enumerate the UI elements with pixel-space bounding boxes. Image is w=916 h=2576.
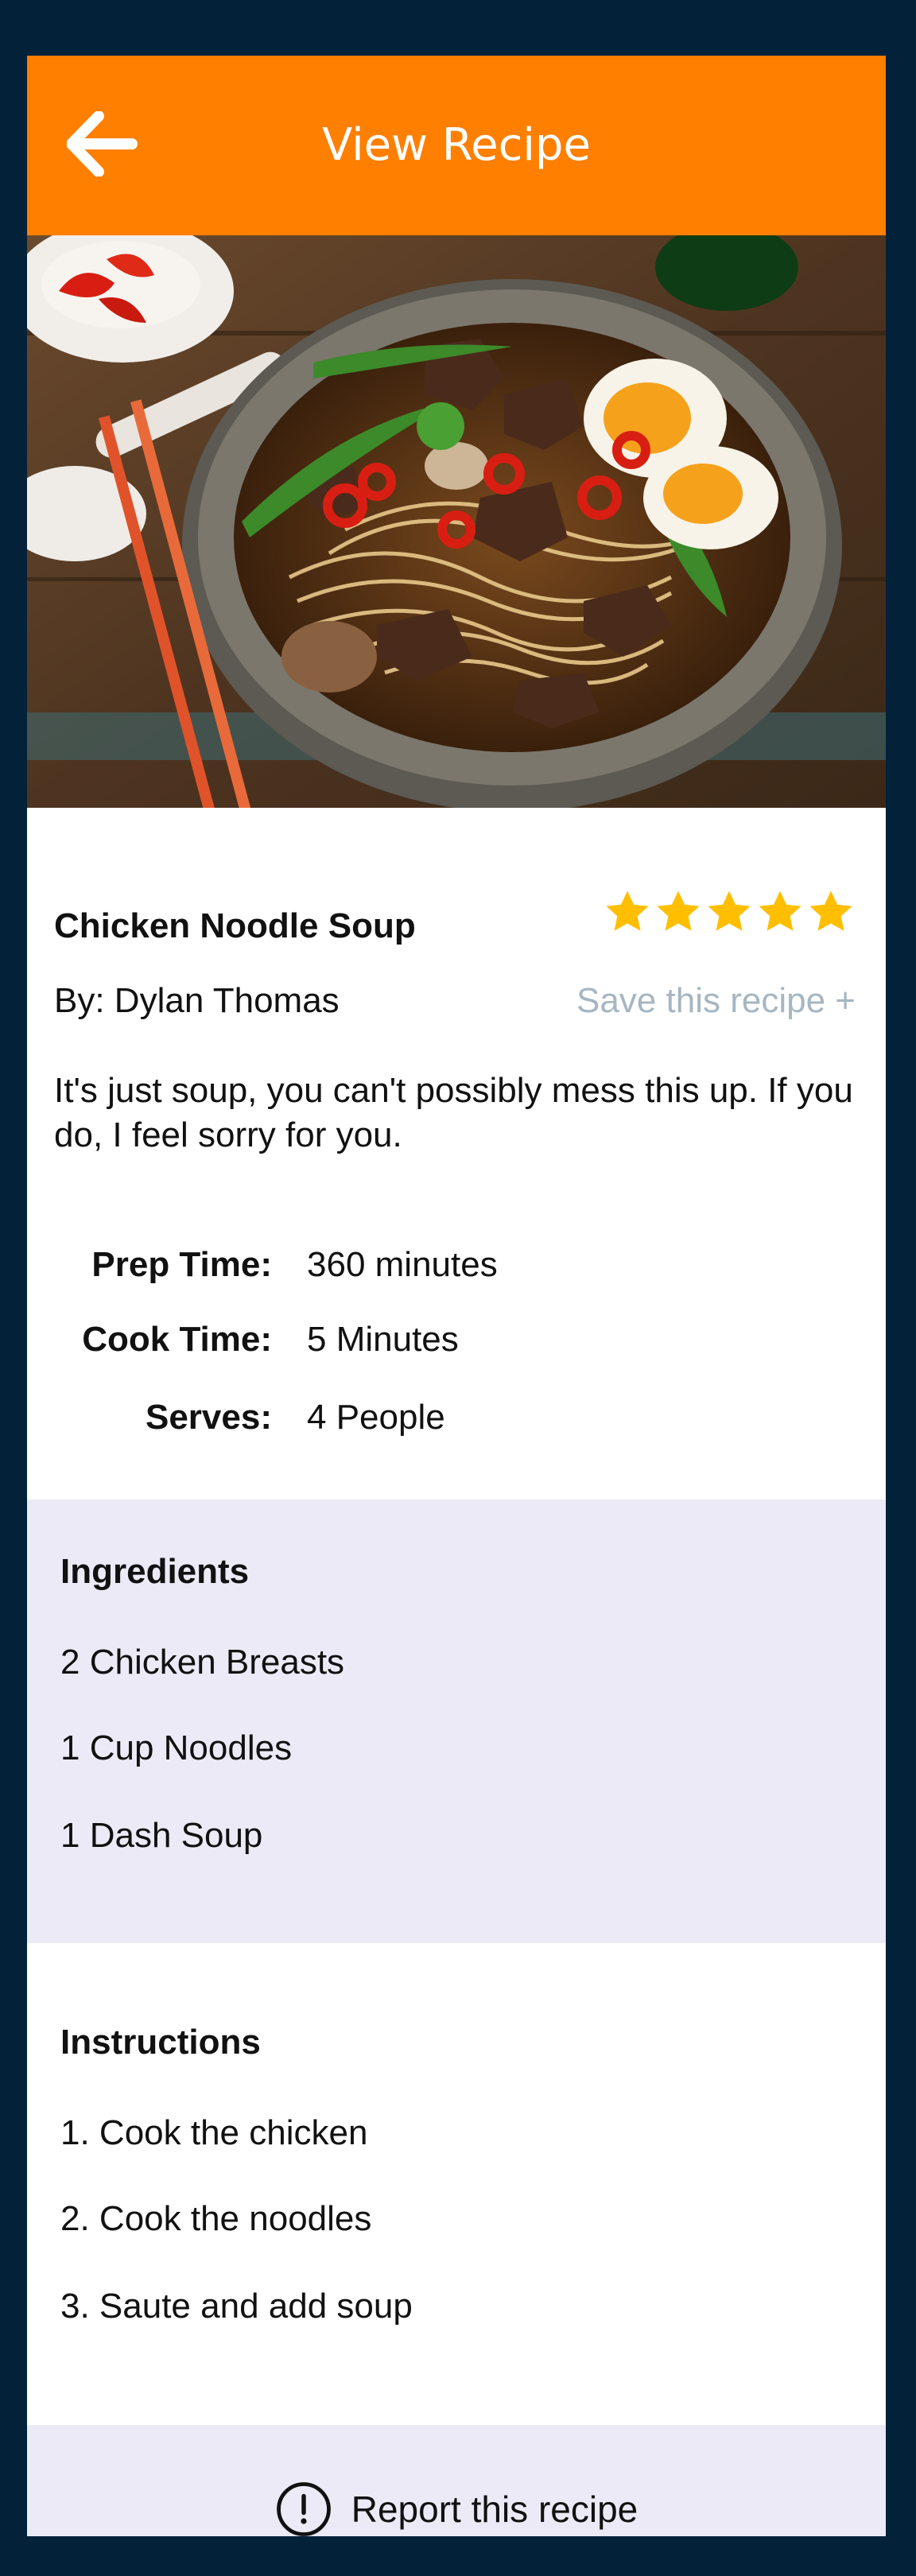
instructions-section: Instructions 1. Cook the chicken 2. Cook… bbox=[27, 1943, 886, 2425]
serves-row: Serves: 4 People bbox=[27, 1398, 886, 1445]
ingredient-item: 2 Chicken Breasts bbox=[60, 1643, 345, 1682]
report-recipe-button[interactable]: Report this recipe bbox=[27, 2425, 886, 2536]
recipe-title: Chicken Noodle Soup bbox=[54, 906, 416, 945]
cook-time-label: Cook Time: bbox=[82, 1320, 272, 1359]
prep-time-label: Prep Time: bbox=[91, 1245, 272, 1284]
star-icon[interactable] bbox=[806, 887, 856, 937]
instruction-step: 1. Cook the chicken bbox=[60, 2113, 368, 2152]
recipe-author: By: Dylan Thomas bbox=[54, 981, 340, 1020]
star-icon[interactable] bbox=[603, 887, 652, 937]
instructions-title: Instructions bbox=[60, 2023, 261, 2062]
serves-value: 4 People bbox=[307, 1398, 445, 1437]
instruction-step: 2. Cook the noodles bbox=[60, 2199, 372, 2238]
ingredient-item: 1 Dash Soup bbox=[60, 1816, 263, 1855]
recipe-info: Chicken Noodle Soup By: Dylan Thomas Sav… bbox=[27, 808, 886, 1499]
star-icon[interactable] bbox=[755, 887, 805, 937]
star-icon[interactable] bbox=[654, 887, 703, 937]
cook-time-row: Cook Time: 5 Minutes bbox=[27, 1320, 886, 1368]
prep-time-row: Prep Time: 360 minutes bbox=[27, 1245, 886, 1293]
noodle-soup-photo bbox=[27, 235, 886, 808]
recipe-description: It's just soup, you can't possibly mess … bbox=[54, 1071, 853, 1154]
instruction-step: 3. Saute and add soup bbox=[60, 2287, 413, 2326]
serves-label: Serves: bbox=[145, 1398, 272, 1437]
prep-time-value: 360 minutes bbox=[307, 1245, 498, 1284]
ingredient-item: 1 Cup Noodles bbox=[60, 1728, 293, 1767]
rating-stars[interactable] bbox=[603, 887, 856, 937]
page-title: View Recipe bbox=[322, 119, 591, 171]
recipe-photo bbox=[27, 235, 886, 808]
recipe-screen: View Recipe Chicken Noodle Soup By: Dyla… bbox=[27, 56, 886, 2536]
report-label: Report this recipe bbox=[351, 2489, 638, 2530]
alert-circle-icon bbox=[276, 2482, 331, 2536]
app-header: View Recipe bbox=[27, 56, 886, 235]
star-icon[interactable] bbox=[704, 887, 754, 937]
ingredients-section: Ingredients 2 Chicken Breasts 1 Cup Nood… bbox=[27, 1499, 886, 1943]
cook-time-value: 5 Minutes bbox=[307, 1320, 459, 1359]
ingredients-title: Ingredients bbox=[60, 1552, 250, 1591]
save-recipe-button[interactable]: Save this recipe + bbox=[576, 981, 856, 1021]
report-content: Report this recipe bbox=[27, 2425, 886, 2536]
